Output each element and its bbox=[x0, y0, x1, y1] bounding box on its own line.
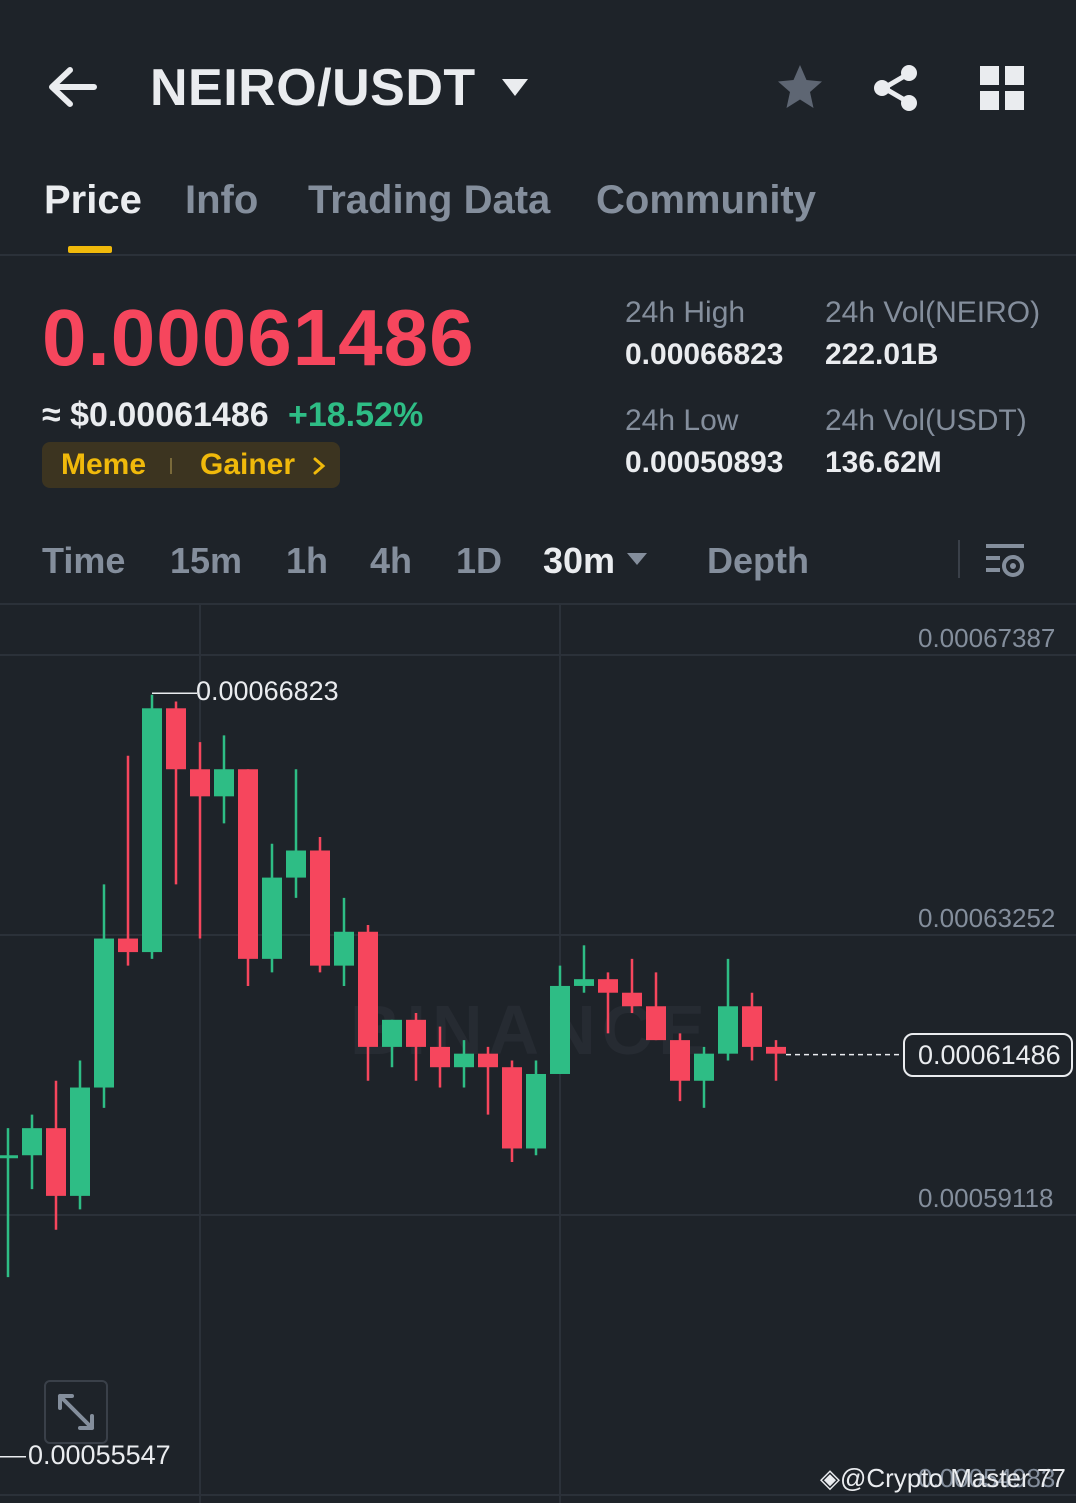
toolbar-divider bbox=[958, 540, 960, 578]
tag-meme[interactable]: Meme bbox=[61, 448, 146, 482]
stat-24h-low-value: 0.00050893 bbox=[625, 446, 784, 479]
stat-24h-vol-base-value: 222.01B bbox=[825, 338, 939, 371]
binance-logo-icon: ◈ bbox=[820, 1463, 840, 1493]
candle-body bbox=[502, 1067, 522, 1149]
timeframe-1h[interactable]: 1h bbox=[286, 540, 328, 582]
candle-body bbox=[550, 985, 570, 1074]
candle-body bbox=[694, 1053, 714, 1081]
candle-body bbox=[238, 769, 258, 959]
candle-body bbox=[334, 931, 354, 966]
timeframe-30m[interactable]: 30m bbox=[543, 540, 615, 582]
stat-24h-vol-quote-label: 24h Vol(USDT) bbox=[825, 404, 1027, 437]
candle-body bbox=[310, 850, 330, 966]
candle-body bbox=[742, 1006, 762, 1047]
candle-body bbox=[0, 1155, 18, 1159]
grid-icon[interactable] bbox=[978, 64, 1026, 112]
chart-settings-icon[interactable] bbox=[984, 540, 1026, 580]
timeframe-15m[interactable]: 15m bbox=[170, 540, 242, 582]
stat-24h-vol-quote-value: 136.62M bbox=[825, 446, 942, 479]
candle-body bbox=[358, 931, 378, 1047]
stat-24h-high-value: 0.00066823 bbox=[625, 338, 784, 371]
y-axis-tick-label: 0.00067387 bbox=[918, 623, 1056, 653]
tag-separator bbox=[170, 458, 172, 474]
timeframe-depth[interactable]: Depth bbox=[707, 540, 809, 582]
candle-body bbox=[598, 979, 618, 993]
candle-body bbox=[118, 938, 138, 953]
candle-body bbox=[190, 769, 210, 797]
timeframe-caret-icon[interactable] bbox=[626, 552, 648, 566]
timeframe-time[interactable]: Time bbox=[42, 540, 125, 582]
candle-body bbox=[46, 1128, 66, 1196]
candle-body bbox=[262, 877, 282, 959]
tabs-divider bbox=[0, 254, 1076, 256]
tab-price[interactable]: Price bbox=[44, 178, 142, 223]
candle-body bbox=[478, 1053, 498, 1068]
tag-gainer[interactable]: Gainer bbox=[200, 448, 295, 482]
timeframe-1d[interactable]: 1D bbox=[456, 540, 502, 582]
back-arrow-icon[interactable] bbox=[44, 62, 100, 112]
candle-body bbox=[94, 938, 114, 1088]
current-price-label: 0.00061486 bbox=[918, 1040, 1061, 1070]
expand-icon bbox=[58, 1394, 94, 1430]
active-tab-indicator bbox=[68, 246, 112, 253]
candle-body bbox=[430, 1046, 450, 1068]
tab-trading-data[interactable]: Trading Data bbox=[308, 178, 550, 223]
candle-body bbox=[142, 708, 162, 953]
tab-info[interactable]: Info bbox=[185, 178, 258, 223]
candle-body bbox=[22, 1128, 42, 1156]
share-icon[interactable] bbox=[870, 62, 922, 114]
candle-body bbox=[406, 1019, 426, 1047]
candle-body bbox=[454, 1053, 474, 1068]
star-icon[interactable] bbox=[774, 62, 826, 114]
candles bbox=[0, 694, 786, 1278]
fullscreen-button[interactable] bbox=[44, 1380, 108, 1444]
candle-body bbox=[718, 1006, 738, 1054]
candle-body bbox=[670, 1040, 690, 1081]
credit-text: @Crypto Master 77 bbox=[840, 1463, 1066, 1493]
stat-24h-high-label: 24h High bbox=[625, 296, 746, 329]
candle-body bbox=[622, 992, 642, 1007]
credit-watermark: ◈@Crypto Master 77 bbox=[820, 1463, 1066, 1494]
usd-price: ≈ $0.00061486 bbox=[42, 396, 269, 434]
candle-body bbox=[214, 769, 234, 797]
candle-body bbox=[766, 1046, 786, 1054]
candle-body bbox=[526, 1073, 546, 1149]
candle-body bbox=[382, 1019, 402, 1047]
candle-body bbox=[70, 1087, 90, 1196]
stat-24h-low-label: 24h Low bbox=[625, 404, 739, 437]
candle-body bbox=[646, 1006, 666, 1041]
candle-body bbox=[286, 850, 306, 878]
stat-24h-vol-base-label: 24h Vol(NEIRO) bbox=[825, 296, 1041, 329]
chevron-right-icon[interactable] bbox=[310, 456, 328, 476]
high-marker-label: 0.00066823 bbox=[196, 676, 339, 706]
y-axis-tick-label: 0.00063252 bbox=[918, 903, 1056, 933]
y-axis-tick-label: 0.00059118 bbox=[918, 1183, 1054, 1213]
candle-body bbox=[166, 708, 186, 770]
dropdown-caret-icon[interactable] bbox=[500, 76, 530, 100]
timeframe-4h[interactable]: 4h bbox=[370, 540, 412, 582]
price-change-percent: +18.52% bbox=[288, 396, 424, 434]
last-price: 0.00061486 bbox=[42, 293, 475, 382]
candle-body bbox=[574, 979, 594, 986]
tab-community[interactable]: Community bbox=[596, 178, 816, 223]
pair-title[interactable]: NEIRO/USDT bbox=[150, 58, 476, 118]
